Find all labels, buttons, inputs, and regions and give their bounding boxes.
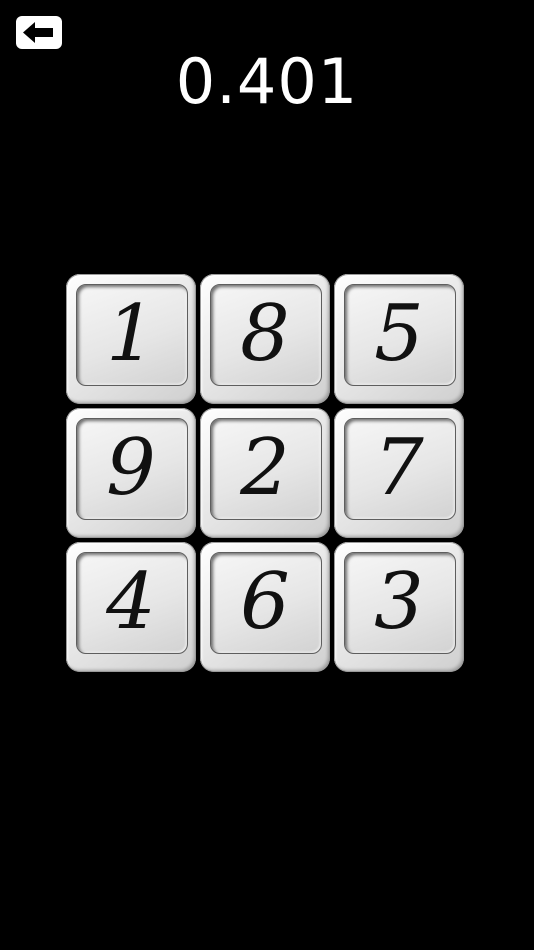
tile-number: 5 [374, 289, 424, 379]
tile-4[interactable]: 9 [66, 408, 196, 538]
tile-number: 8 [240, 289, 290, 379]
tile-number: 6 [240, 557, 290, 647]
tile-number: 2 [240, 423, 290, 513]
tile-number: 4 [106, 557, 156, 647]
tile-7[interactable]: 4 [66, 542, 196, 672]
tile-6[interactable]: 7 [334, 408, 464, 538]
tile-8[interactable]: 6 [200, 542, 330, 672]
tile-3[interactable]: 5 [334, 274, 464, 404]
arrow-left-icon [16, 16, 62, 49]
tile-2[interactable]: 8 [200, 274, 330, 404]
tile-number: 3 [374, 557, 424, 647]
back-button[interactable] [15, 15, 63, 50]
tile-number: 1 [106, 289, 156, 379]
timer-display: 0.401 [175, 45, 359, 118]
puzzle-board: 1 8 5 9 2 7 4 6 3 [66, 274, 466, 674]
tile-1[interactable]: 1 [66, 274, 196, 404]
tile-number: 9 [106, 423, 156, 513]
tile-9[interactable]: 3 [334, 542, 464, 672]
tile-5[interactable]: 2 [200, 408, 330, 538]
tile-number: 7 [374, 423, 424, 513]
